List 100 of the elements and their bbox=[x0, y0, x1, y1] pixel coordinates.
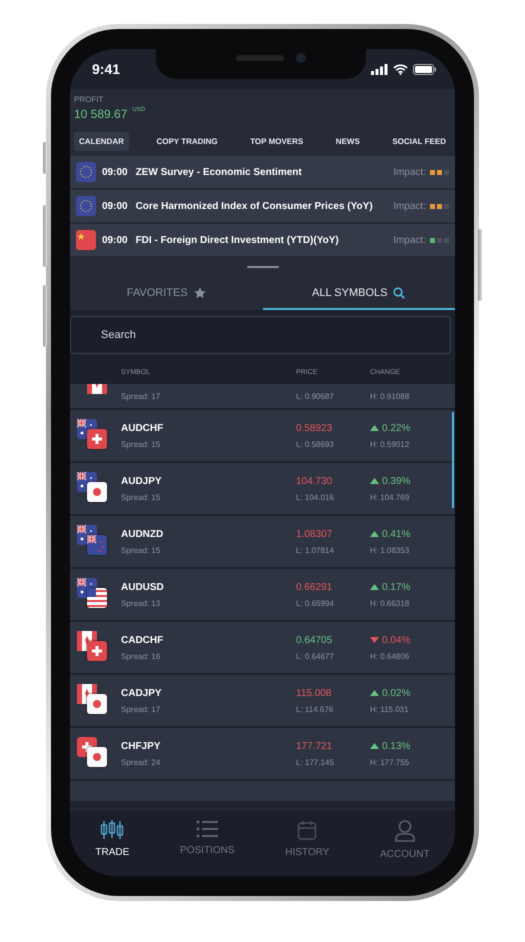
change-percent: 0.13% bbox=[382, 740, 410, 752]
wifi-icon bbox=[393, 64, 408, 74]
price-value: 1.08307 bbox=[296, 528, 334, 540]
feed-tab[interactable]: SOCIAL FEED bbox=[387, 132, 451, 150]
flag-icon bbox=[87, 482, 107, 502]
nav-tab[interactable]: POSITIONS bbox=[176, 820, 238, 856]
list-icon bbox=[196, 820, 218, 838]
event-time: 09:00 bbox=[102, 200, 128, 212]
symbol-name: CADCHF bbox=[121, 634, 164, 646]
battery-icon bbox=[413, 64, 437, 74]
low-price: L: 0.58693 bbox=[296, 440, 335, 448]
low-price: L: 0.90687 bbox=[296, 392, 335, 400]
symbol-row[interactable]: CADCHF Spread: 16 0.64705 L: 0.64677 0.04% H: 0.64806 bbox=[70, 622, 455, 673]
symbol-row[interactable] bbox=[70, 781, 455, 801]
nav-tab[interactable]: HISTORY bbox=[281, 820, 334, 858]
symbol-row[interactable]: Spread: 17 L: 0.90687 H: 0.91088 bbox=[70, 384, 455, 408]
spread-text: Spread: 17 bbox=[121, 704, 162, 714]
calendar-event[interactable]: 09:00 FDI - Foreign Direct Investment (YTD)(YoY) Impact: bbox=[70, 224, 455, 256]
star-icon bbox=[194, 287, 206, 299]
spread-text: Spread: 24 bbox=[121, 758, 162, 766]
symbol-row[interactable]: AUDNZD Spread: 15 1.08307 L: 1.07814 0.41% H: 1.08353 bbox=[70, 516, 455, 567]
person-icon bbox=[394, 820, 415, 842]
symbol-row[interactable]: CADJPY Spread: 17 115.008 L: 114.676 0.02% H: 115.031 bbox=[70, 675, 455, 726]
change-percent: 0.04% bbox=[382, 634, 410, 646]
feed-tab[interactable]: COPY TRADING bbox=[151, 132, 223, 150]
flag-icon bbox=[87, 641, 107, 661]
symbol-name: CADJPY bbox=[121, 688, 163, 698]
spread-text: Spread: 17 bbox=[121, 392, 162, 400]
high-price: H: 0.59012 bbox=[370, 440, 410, 448]
symbol-name: AUDCHF bbox=[121, 422, 164, 434]
flag-icon bbox=[76, 230, 96, 250]
high-price: H: 1.08353 bbox=[370, 546, 410, 554]
status-time: 9:41 bbox=[92, 61, 120, 77]
symbol-row[interactable]: AUDUSD Spread: 13 0.66291 L: 0.65994 0.17% H: 0.66318 bbox=[70, 569, 455, 620]
flag-icon bbox=[87, 694, 107, 714]
spread-text: Spread: 15 bbox=[121, 546, 162, 554]
feed-tab[interactable]: NEWS bbox=[330, 132, 365, 150]
search-icon bbox=[393, 287, 406, 299]
drag-handle[interactable] bbox=[246, 266, 278, 268]
impact-label: Impact: bbox=[393, 234, 426, 246]
profit-value: 10 589.67 bbox=[74, 107, 128, 121]
event-title: Core Harmonized Index of Consumer Prices (YoY) bbox=[136, 200, 374, 212]
high-price: H: 177.755 bbox=[370, 758, 410, 766]
feed-tab[interactable]: CALENDAR bbox=[74, 132, 129, 150]
search-field[interactable]: Search bbox=[70, 316, 451, 354]
high-price: H: 104.769 bbox=[370, 492, 410, 502]
symbol-name: CHFJPY bbox=[121, 740, 162, 752]
flag-icon bbox=[87, 535, 107, 555]
symbol-row[interactable]: CHFJPY Spread: 24 177.721 L: 177.145 0.13% H: 177.755 bbox=[70, 728, 455, 779]
flag-icon bbox=[76, 196, 96, 216]
symbol-name: AUDJPY bbox=[121, 476, 163, 486]
high-price: H: 115.031 bbox=[370, 704, 410, 714]
calendar-event[interactable]: 09:00 Core Harmonized Index of Consumer Prices (YoY) Impact: bbox=[70, 190, 455, 222]
change-percent: 0.22% bbox=[382, 422, 410, 434]
high-price: H: 0.66318 bbox=[370, 598, 410, 608]
low-price: L: 104.016 bbox=[296, 492, 335, 502]
change-percent: 0.41% bbox=[382, 528, 410, 540]
spread-text: Spread: 16 bbox=[121, 652, 162, 660]
symbol-row[interactable]: AUDJPY Spread: 15 104.730 L: 104.016 0.39% H: 104.769 bbox=[70, 463, 455, 514]
spread-text: Spread: 13 bbox=[121, 598, 162, 608]
impact-label: Impact: bbox=[393, 200, 426, 212]
flag-icon bbox=[87, 747, 107, 767]
impact-label: Impact: bbox=[393, 166, 426, 178]
symbol-row[interactable]: AUDCHF Spread: 15 0.58923 L: 0.58693 0.22% H: 0.59012 bbox=[70, 410, 455, 461]
calendar-event[interactable]: 09:00 ZEW Survey - Economic Sentiment Impact: bbox=[70, 156, 455, 188]
nav-tab[interactable]: ACCOUNT bbox=[376, 820, 434, 860]
scrollbar[interactable] bbox=[452, 412, 454, 508]
spread-text: Spread: 15 bbox=[121, 440, 162, 448]
event-time: 09:00 bbox=[102, 234, 128, 246]
change-percent: 0.17% bbox=[382, 582, 410, 592]
flag-icon bbox=[76, 162, 96, 182]
price-value: 0.64705 bbox=[296, 634, 334, 646]
price-value: 0.58923 bbox=[296, 422, 334, 434]
signal-icon bbox=[371, 64, 388, 74]
low-price: L: 177.145 bbox=[296, 758, 335, 766]
event-time: 09:00 bbox=[102, 166, 128, 178]
price-value: 115.008 bbox=[296, 688, 332, 698]
price-value: 177.721 bbox=[296, 740, 334, 752]
low-price: L: 114.676 bbox=[296, 704, 334, 714]
candlestick-icon bbox=[100, 820, 124, 840]
change-percent: 0.39% bbox=[382, 476, 410, 486]
high-price: H: 0.64806 bbox=[370, 652, 410, 660]
flag-icon bbox=[87, 588, 107, 608]
low-price: L: 0.65994 bbox=[296, 598, 335, 608]
feed-tab[interactable]: TOP MOVERS bbox=[245, 132, 308, 150]
profit-label: PROFIT bbox=[74, 95, 104, 104]
change-percent: 0.02% bbox=[382, 688, 410, 698]
spread-text: Spread: 15 bbox=[121, 492, 162, 502]
low-price: L: 0.64677 bbox=[296, 652, 335, 660]
price-value: 0.66291 bbox=[296, 582, 334, 592]
event-title: ZEW Survey - Economic Sentiment bbox=[136, 166, 303, 178]
symbol-tab[interactable]: FAVORITES bbox=[70, 278, 262, 310]
low-price: L: 1.07814 bbox=[296, 546, 335, 554]
price-value: 104.730 bbox=[296, 476, 334, 486]
high-price: H: 0.91088 bbox=[370, 392, 410, 400]
symbol-name: AUDUSD bbox=[121, 582, 165, 592]
calendar-icon bbox=[297, 820, 318, 840]
nav-tab[interactable]: TRADE bbox=[91, 820, 134, 858]
event-title: FDI - Foreign Direct Investment (YTD)(YoY) bbox=[136, 234, 340, 246]
flag-icon bbox=[87, 429, 107, 449]
